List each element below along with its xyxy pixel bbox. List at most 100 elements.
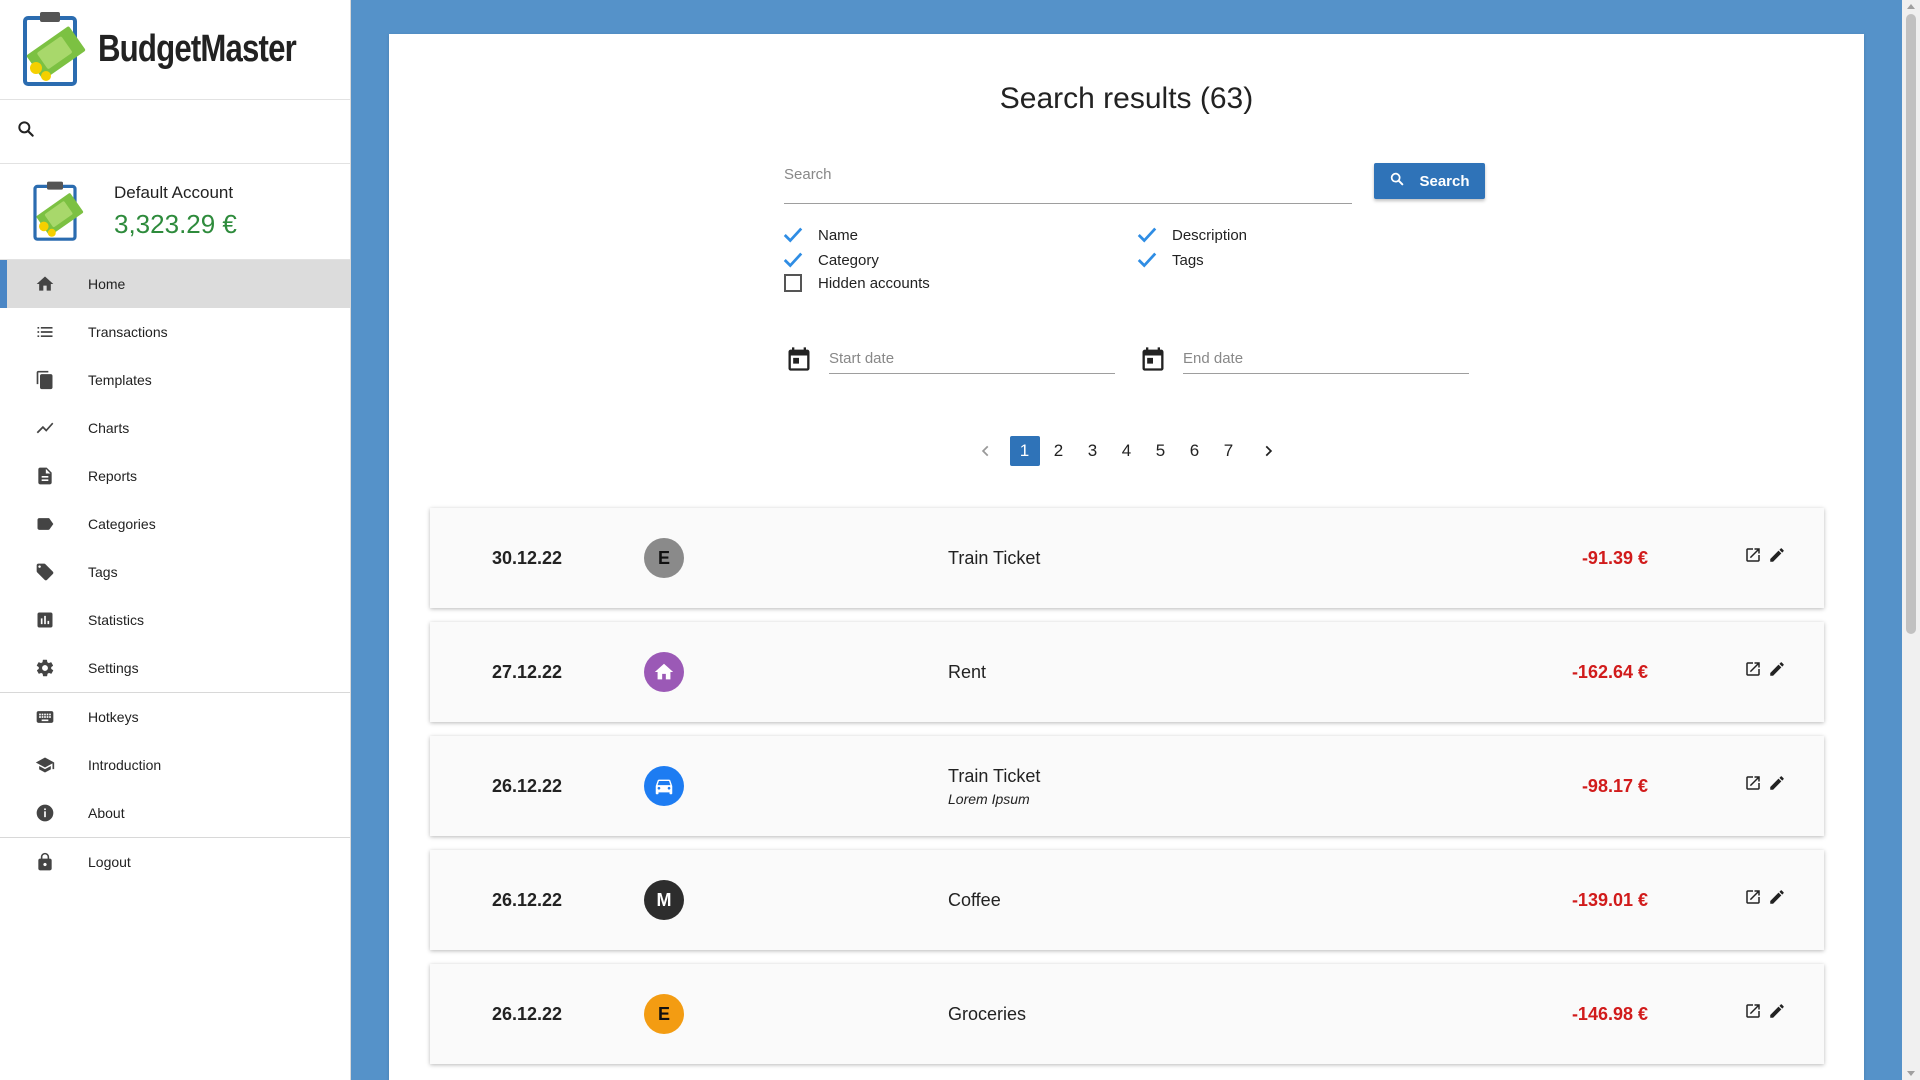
page-scrollbar[interactable] — [1902, 0, 1920, 1080]
sidebar-item-home[interactable]: Home — [0, 260, 350, 308]
logo-row[interactable]: BudgetMaster — [0, 0, 350, 100]
checkmark-icon — [782, 224, 804, 246]
document-icon — [34, 465, 56, 487]
transaction-name: Coffee — [948, 889, 1001, 910]
scroll-up-icon[interactable] — [1907, 4, 1915, 9]
filter-description-checkbox[interactable]: Description — [1136, 224, 1247, 246]
checkmark-icon — [1136, 249, 1158, 271]
sidebar-item-settings[interactable]: Settings — [0, 644, 350, 692]
end-date-field[interactable]: End date — [1139, 338, 1469, 374]
sidebar-item-reports[interactable]: Reports — [0, 452, 350, 500]
transaction-row[interactable]: 27.12.22 Rent -162.64 € — [430, 622, 1824, 722]
search-field[interactable] — [784, 162, 1352, 204]
sidebar-item-about[interactable]: About — [0, 789, 350, 837]
category-avatar: E — [644, 538, 684, 578]
transaction-date: 26.12.22 — [492, 775, 563, 796]
filter-tags-checkbox[interactable]: Tags — [1136, 249, 1204, 271]
sidebar-search[interactable] — [0, 100, 350, 164]
transaction-row[interactable]: 26.12.22 Train Ticket Lorem Ipsum -98.17… — [430, 736, 1824, 836]
sidebar-item-categories[interactable]: Categories — [0, 500, 350, 548]
sidebar-item-label: Transactions — [88, 324, 168, 340]
sidebar-item-label: About — [88, 805, 125, 821]
transaction-row[interactable]: 26.12.22 E Groceries -146.98 € — [430, 964, 1824, 1064]
pagination: 1 2 3 4 5 6 7 — [389, 436, 1864, 466]
unchecked-box-icon — [784, 274, 802, 292]
filter-hidden-accounts-checkbox[interactable]: Hidden accounts — [782, 274, 930, 292]
sidebar-item-label: Home — [88, 276, 126, 292]
sidebar-item-tags[interactable]: Tags — [0, 548, 350, 596]
end-date-input[interactable]: End date — [1183, 338, 1469, 374]
account-balance: 3,323.29 € — [114, 209, 237, 239]
next-page-icon[interactable] — [1248, 436, 1288, 466]
tag-icon — [34, 561, 56, 583]
search-results-card: Search results (63) Search Name Category… — [389, 34, 1864, 1080]
page-button[interactable]: 6 — [1180, 436, 1210, 466]
sidebar-item-label: Templates — [88, 372, 152, 388]
page-button[interactable]: 1 — [1009, 436, 1040, 466]
sidebar-item-label: Charts — [88, 420, 130, 436]
calendar-icon[interactable] — [785, 344, 813, 374]
list-icon — [34, 321, 56, 343]
filter-hidden-accounts-label: Hidden accounts — [818, 274, 930, 292]
app-name: BudgetMaster — [98, 28, 297, 70]
sidebar-item-label: Logout — [88, 854, 131, 870]
page-button[interactable]: 7 — [1214, 436, 1244, 466]
gear-icon — [34, 657, 56, 679]
account-name: Default Account — [114, 183, 234, 202]
sidebar-item-label: Introduction — [88, 757, 162, 773]
transaction-row[interactable]: 26.12.22 M Coffee -139.01 € — [430, 850, 1824, 950]
page-button[interactable]: 5 — [1146, 436, 1176, 466]
sidebar-item-label: Settings — [88, 660, 139, 676]
sidebar-item-label: Tags — [88, 564, 118, 580]
open-external-icon[interactable] — [1744, 774, 1762, 792]
start-date-field[interactable]: Start date — [785, 338, 1115, 374]
edit-icon[interactable] — [1768, 888, 1786, 906]
edit-icon[interactable] — [1768, 1002, 1786, 1020]
scrollbar-thumb[interactable] — [1906, 14, 1916, 634]
edit-icon[interactable] — [1768, 774, 1786, 792]
sidebar-item-templates[interactable]: Templates — [0, 356, 350, 404]
page-button[interactable]: 3 — [1078, 436, 1108, 466]
category-avatar: E — [644, 994, 684, 1034]
sidebar: BudgetMaster Default Account 3,323.29 € … — [0, 0, 351, 1080]
filter-name-checkbox[interactable]: Name — [782, 224, 858, 246]
search-icon[interactable] — [16, 119, 36, 144]
sidebar-item-statistics[interactable]: Statistics — [0, 596, 350, 644]
filter-tags-label: Tags — [1172, 251, 1204, 269]
bar-chart-icon — [34, 609, 56, 631]
transaction-amount: -139.01 € — [1571, 889, 1648, 910]
edit-icon[interactable] — [1768, 660, 1786, 678]
scroll-down-icon[interactable] — [1907, 1071, 1915, 1076]
sidebar-item-hotkeys[interactable]: Hotkeys — [0, 693, 350, 741]
transaction-date: 26.12.22 — [492, 889, 563, 910]
transaction-name: Train Ticket — [948, 547, 1041, 568]
transaction-amount: -98.17 € — [1581, 775, 1648, 796]
sidebar-item-logout[interactable]: Logout — [0, 838, 350, 886]
account-selector[interactable]: Default Account 3,323.29 € — [0, 164, 350, 260]
page-button[interactable]: 4 — [1112, 436, 1142, 466]
page-title: Search results (63) — [999, 82, 1254, 115]
search-input[interactable] — [784, 162, 1352, 183]
open-external-icon[interactable] — [1744, 660, 1762, 678]
filter-category-checkbox[interactable]: Category — [782, 249, 879, 271]
page-button[interactable]: 2 — [1044, 436, 1074, 466]
edit-icon[interactable] — [1768, 546, 1786, 564]
open-external-icon[interactable] — [1744, 1002, 1762, 1020]
search-button[interactable]: Search — [1374, 163, 1485, 199]
keyboard-icon — [34, 706, 56, 728]
search-icon — [1389, 171, 1405, 191]
open-external-icon[interactable] — [1744, 546, 1762, 564]
prev-page-icon[interactable] — [966, 436, 1006, 466]
account-icon — [30, 180, 88, 244]
calendar-icon[interactable] — [1139, 344, 1167, 374]
line-chart-icon — [34, 417, 56, 439]
filter-name-label: Name — [818, 226, 859, 244]
open-external-icon[interactable] — [1744, 888, 1762, 906]
sidebar-item-charts[interactable]: Charts — [0, 404, 350, 452]
sidebar-item-transactions[interactable]: Transactions — [0, 308, 350, 356]
sidebar-item-label: Categories — [88, 516, 156, 532]
transaction-name: Rent — [948, 661, 987, 682]
sidebar-item-introduction[interactable]: Introduction — [0, 741, 350, 789]
start-date-input[interactable]: Start date — [829, 338, 1115, 374]
transaction-row[interactable]: 30.12.22 E Train Ticket -91.39 € — [430, 508, 1824, 608]
